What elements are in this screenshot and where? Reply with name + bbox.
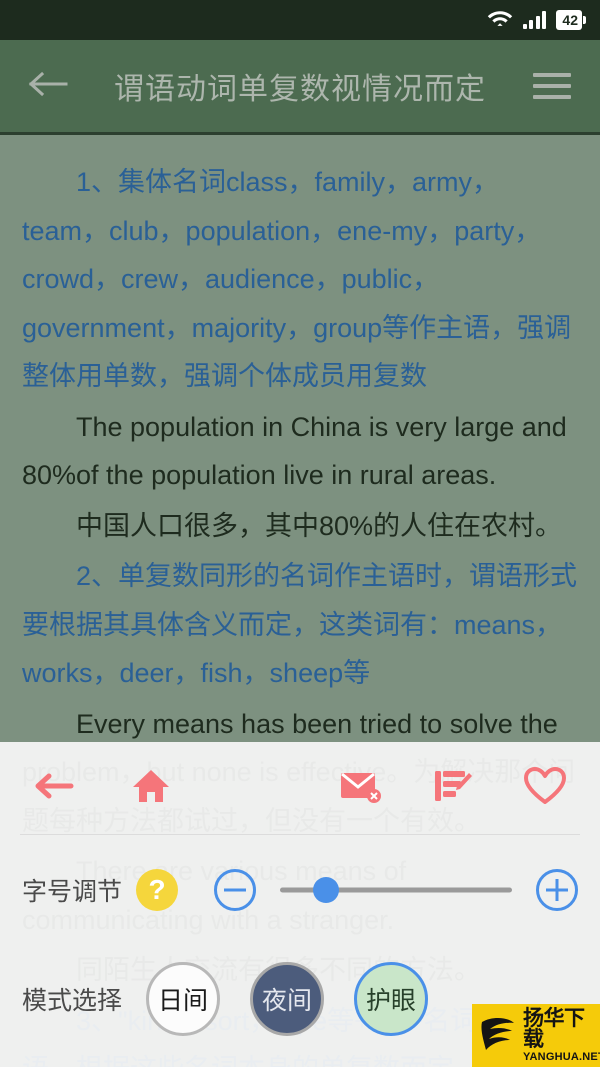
app-header: 谓语动词单复数视情况而定: [0, 40, 600, 135]
article-paragraph: 1、集体名词class，family，army，team，club，popula…: [22, 167, 572, 391]
back-arrow-icon: [28, 69, 68, 104]
minus-circle-icon[interactable]: [214, 869, 257, 911]
font-size-label: 字号调节: [22, 878, 123, 906]
reader-toolbar: [0, 742, 600, 834]
mode-selection-label: 模式选择: [22, 987, 123, 1015]
watermark-en-label: YANGHUA.NET: [523, 1051, 600, 1063]
signal-bars-icon: [522, 11, 547, 29]
toolbar-home-button[interactable]: [126, 763, 176, 813]
article-paragraph: 中国人口很多，其中80%的人住在农村。: [76, 510, 563, 541]
watermark-badge: 扬华下载 YANGHUA.NET: [472, 1004, 600, 1067]
hamburger-menu-icon-bar: [533, 84, 571, 88]
header-menu-button[interactable]: [526, 60, 578, 112]
yanghua-logo-icon: [478, 1012, 518, 1059]
reader-app-screen: 42 谓语动词单复数视情况而定 1、集体名词class，family，army，…: [0, 0, 600, 1067]
home-icon: [132, 768, 170, 809]
heart-icon: [524, 766, 566, 810]
slider-thumb[interactable]: [313, 877, 340, 903]
mode-option-night[interactable]: 夜间: [250, 962, 325, 1036]
watermark-cn-label: 扬华下载: [523, 1007, 585, 1051]
hamburger-menu-icon-bar: [533, 95, 571, 99]
plus-circle-icon[interactable]: [536, 869, 578, 911]
toolbar-note-button[interactable]: [428, 763, 478, 813]
note-edit-icon: [433, 768, 473, 809]
mode-option-day[interactable]: 日间: [146, 962, 221, 1036]
status-bar: 42: [0, 0, 600, 40]
wifi-icon: [487, 8, 513, 33]
font-size-slider[interactable]: [280, 869, 512, 911]
toolbar-favorite-button[interactable]: [520, 763, 570, 813]
battery-indicator: 42: [556, 10, 586, 30]
battery-level-label: 42: [556, 10, 582, 30]
article-paragraph: The population in China is very large an…: [22, 411, 567, 491]
mail-remove-icon: [340, 769, 382, 808]
page-title: 谓语动词单复数视情况而定: [114, 73, 486, 106]
battery-nub: [583, 16, 586, 24]
hamburger-menu-icon: [533, 73, 571, 77]
toolbar-back-button[interactable]: [30, 763, 80, 813]
toolbar-mail-button[interactable]: [336, 763, 386, 813]
font-size-row: 字号调节 ?: [0, 835, 600, 945]
question-mark-icon[interactable]: ?: [136, 869, 179, 911]
header-back-button[interactable]: [22, 60, 74, 112]
settings-bottom-sheet: 字号调节 ? 模式选择 日间 夜间 护眼 扬华下载 YANGHUA.NET: [0, 742, 600, 1067]
mode-option-eye[interactable]: 护眼: [354, 962, 429, 1036]
back-arrow-icon: [35, 770, 75, 807]
article-paragraph: 2、单复数同形的名词作主语时，谓语形式要根据其具体含义而定，这类词有：means…: [22, 561, 578, 688]
